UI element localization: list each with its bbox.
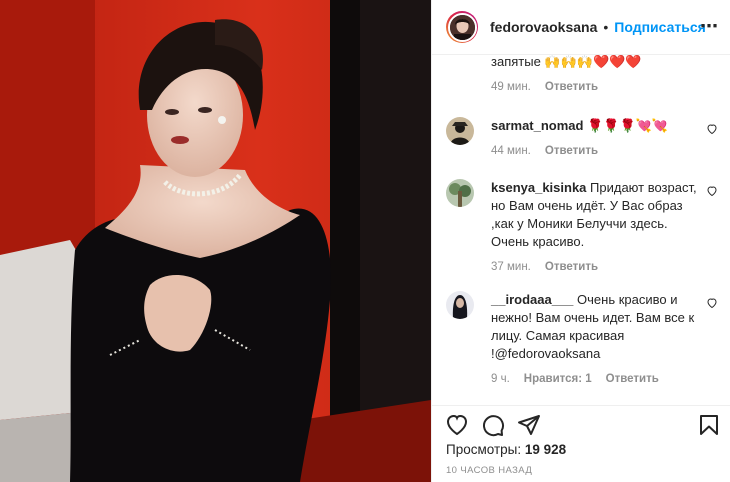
header-separator: • — [603, 19, 609, 35]
reply-button[interactable]: Ответить — [545, 261, 598, 273]
comment-username[interactable]: sarmat_nomad — [491, 118, 583, 133]
more-options-icon[interactable]: ⋯ — [700, 16, 719, 37]
reply-button[interactable]: Ответить — [545, 81, 598, 93]
reply-button[interactable]: Ответить — [545, 145, 598, 157]
like-comment-heart-icon[interactable] — [706, 123, 718, 135]
comment-text: запятые 🙌🙌🙌❤️❤️❤️ — [491, 55, 642, 69]
commenter-avatar[interactable] — [446, 179, 474, 207]
post-photo — [0, 0, 431, 482]
commenter-avatar-image — [446, 179, 474, 207]
views-number: 19 928 — [524, 442, 567, 457]
comment-username[interactable]: __irodaaa___ — [491, 292, 573, 307]
comments-list[interactable]: запятые 🙌🙌🙌❤️❤️❤️ 49 мин. Ответить sarma… — [432, 55, 730, 405]
comment-time[interactable]: 49 мин. — [491, 81, 531, 93]
comment-time[interactable]: 44 мин. — [491, 145, 531, 157]
author-avatar-image — [449, 14, 475, 40]
author-avatar[interactable] — [446, 11, 478, 43]
comment-item: __irodaaa___ Очень красиво и нежно! Вам … — [446, 291, 726, 385]
post-actions-bar: Просмотры: 19 928 10 ЧАСОВ НАЗАД — [432, 405, 730, 482]
comment-time[interactable]: 37 мин. — [491, 261, 531, 273]
like-heart-icon[interactable] — [445, 413, 469, 437]
like-comment-heart-icon[interactable] — [706, 297, 718, 309]
like-comment-heart-icon[interactable] — [706, 185, 718, 197]
comment-text: 🌹🌹🌹💘💘 — [587, 118, 669, 133]
comment-likes-count[interactable]: Нравится: 1 — [524, 373, 592, 385]
save-bookmark-icon[interactable] — [697, 413, 721, 437]
post-media[interactable] — [0, 0, 431, 482]
comment-time[interactable]: 9 ч. — [491, 373, 510, 385]
commenter-avatar[interactable] — [446, 117, 474, 145]
post-header: fedorovaoksana • Подписаться ⋯ — [432, 0, 730, 55]
reply-button[interactable]: Ответить — [606, 373, 659, 385]
post-side-panel: fedorovaoksana • Подписаться ⋯ запятые 🙌… — [431, 0, 730, 482]
author-username[interactable]: fedorovaoksana — [490, 19, 597, 35]
comment-item: sarmat_nomad 🌹🌹🌹💘💘 44 мин. Ответить — [446, 117, 726, 157]
commenter-avatar[interactable] — [446, 291, 474, 319]
views-label: Просмотры: — [446, 442, 522, 457]
post-timestamp[interactable]: 10 ЧАСОВ НАЗАД — [446, 465, 532, 476]
comment-username[interactable]: ksenya_kisinka — [491, 180, 586, 195]
follow-button[interactable]: Подписаться — [614, 19, 706, 35]
comment-bubble-icon[interactable] — [481, 413, 505, 437]
commenter-avatar-image — [446, 291, 474, 319]
commenter-avatar-image — [446, 117, 474, 145]
comment-item: ksenya_kisinka Придают возраст, но Вам о… — [446, 179, 726, 273]
comment-item: запятые 🙌🙌🙌❤️❤️❤️ 49 мин. Ответить — [446, 55, 726, 93]
share-direct-icon[interactable] — [517, 413, 541, 437]
views-count[interactable]: Просмотры: 19 928 — [446, 442, 566, 457]
